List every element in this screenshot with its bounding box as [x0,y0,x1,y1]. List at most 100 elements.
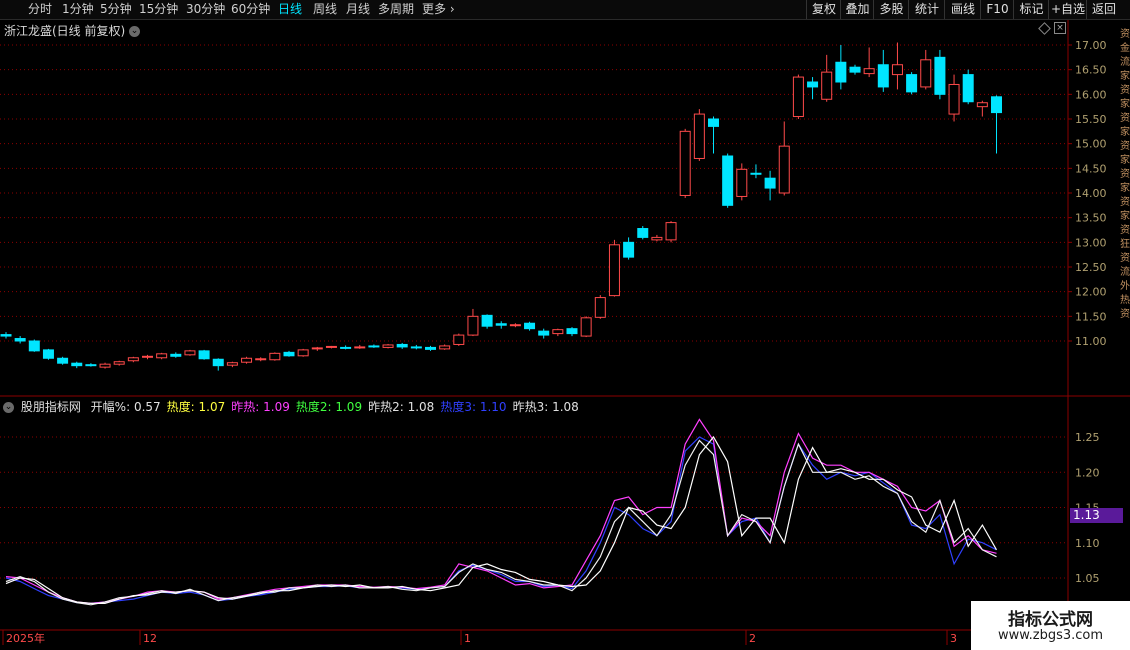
candle-body-down [566,328,578,335]
price-tick-label: 15.00 [1075,138,1107,151]
candle-body-up [255,358,267,361]
price-tick-label: 12.50 [1075,261,1107,274]
toolbar-button-4[interactable]: 画线 [944,0,981,19]
candle-body-down [495,323,507,326]
tab-9[interactable]: 多周期 [378,0,414,19]
candle-body-down [835,61,847,83]
candle-body-up [509,324,521,327]
chevron-down-icon[interactable]: ⌄ [129,26,141,37]
candle-body-down [396,343,408,348]
candle-body-up [142,355,153,358]
tab-0[interactable]: 分时 [28,0,52,19]
chevron-down-icon[interactable]: ⌄ [3,402,14,413]
close-icon[interactable]: × [1054,22,1066,34]
candle-body-down [807,81,819,88]
candle-body-up [354,346,366,349]
price-tick-label: 13.00 [1075,236,1107,249]
candle-body-up [184,350,196,356]
price-tick-label: 16.00 [1075,88,1107,101]
candle-body-up [863,68,875,75]
candle-body-up [891,64,903,76]
candle-body-down [623,241,635,258]
candle-body-down [0,334,12,337]
candle-body-up [453,334,465,345]
right-side-panel-text: 资金流家资家资家资家资家资家资狂资流外热资 [1120,29,1130,320]
tab-10[interactable]: 更多 › [422,0,455,19]
indicator-item-value: 1.08 [548,400,579,414]
toolbar-button-6[interactable]: 标记 [1013,0,1049,19]
toolbar-button-2[interactable]: 多股 [873,0,909,19]
tab-1[interactable]: 1分钟 [62,0,94,19]
candle-body-up [792,76,804,118]
candle-body-down [212,358,224,367]
axes: 17.00 16.50 16.00 15.50 15.00 14.50 14.00 13.50… [2,39,1107,645]
candle-body-up [736,168,748,197]
candle-body-down [85,364,97,367]
candle-body-up [113,361,125,365]
indicator-item: 昨热: 1.09 [231,400,290,414]
candle-body-up [778,145,790,194]
indicator-line-1 [5,418,997,605]
indicator-item: 昨热3: 1.08 [513,400,579,414]
toolbar-button-1[interactable]: 叠加 [840,0,874,19]
toolbar-button-5[interactable]: F10 [980,0,1014,19]
tab-7[interactable]: 周线 [313,0,337,19]
candle-body-up [226,362,238,366]
candle-body-down [170,353,182,357]
price-tick-label: 16.50 [1075,64,1107,77]
candle-body-up [679,130,691,196]
stock-title[interactable]: 浙江龙盛(日线 前复权) ⌄ [4,22,143,39]
indicator-tick-label: 1.25 [1075,431,1100,444]
date-tick-label: 2025年 [6,631,45,645]
date-tick-label: 3 [950,632,957,645]
indicator-legend: ⌄ 股朋指标网 开幅%: 0.57 热度: 1.07 昨热: 1.09 热度2: 1.… [3,398,579,415]
indicator-item-label: 热度2: [295,400,332,414]
toolbar-button-7[interactable]: +自选 [1048,0,1087,19]
candle-body-down [481,314,493,327]
indicator-tick-label: 1.05 [1075,572,1100,585]
candle-body-down [722,155,734,206]
indicator-item-value: 1.08 [403,400,435,414]
indicator-item-value: 1.07 [194,400,226,414]
indicator-item-label: 开幅%: [90,400,131,414]
indicator-tick-label: 1.10 [1075,537,1100,550]
candle-body-down [14,338,26,342]
indicator-item-value: 0.57 [130,400,161,414]
toolbar-button-3[interactable]: 统计 [908,0,945,19]
price-tick-label: 11.50 [1075,310,1107,323]
toolbar-button-0[interactable]: 复权 [806,0,841,19]
candle-body-down [368,345,380,348]
tab-6[interactable]: 日线 [278,0,302,19]
candle-body-up [269,352,281,361]
tab-3[interactable]: 15分钟 [139,0,178,19]
candle-body-up [821,71,833,100]
candle-body-up [156,353,168,359]
price-tick-label: 15.50 [1075,113,1107,126]
price-tick-label: 14.50 [1075,162,1107,175]
candle-body-up [594,297,606,318]
tab-5[interactable]: 60分钟 [231,0,270,19]
price-tick-label: 14.00 [1075,187,1107,200]
candle-body-down [410,346,422,349]
candlestick-chart [0,42,1002,371]
chart-canvas: 17.00 16.50 16.00 15.50 15.00 14.50 14.00 13.50… [0,20,1130,645]
candle-body-down [906,74,918,93]
candle-body-down [637,228,649,238]
candle-body-up [665,222,677,241]
indicator-line-2 [5,439,997,606]
candle-body-down [991,96,1002,114]
toolbar-button-8[interactable]: 返回 [1086,0,1121,19]
candle-body-up [325,345,337,348]
indicator-item: 开幅%: 0.57 [91,400,161,414]
tab-2[interactable]: 5分钟 [100,0,132,19]
candle-body-down [425,346,436,350]
tab-8[interactable]: 月线 [346,0,370,19]
indicator-name[interactable]: 股朋指标网 [21,400,81,414]
tab-4[interactable]: 30分钟 [186,0,225,19]
indicator-item-value: 1.10 [476,400,507,414]
date-tick-label: 1 [464,632,471,645]
candle-body-up [920,59,932,88]
candle-body-up [439,345,451,350]
watermark-url: www.zbgs3.com [997,628,1104,643]
candle-body-up [467,315,479,336]
